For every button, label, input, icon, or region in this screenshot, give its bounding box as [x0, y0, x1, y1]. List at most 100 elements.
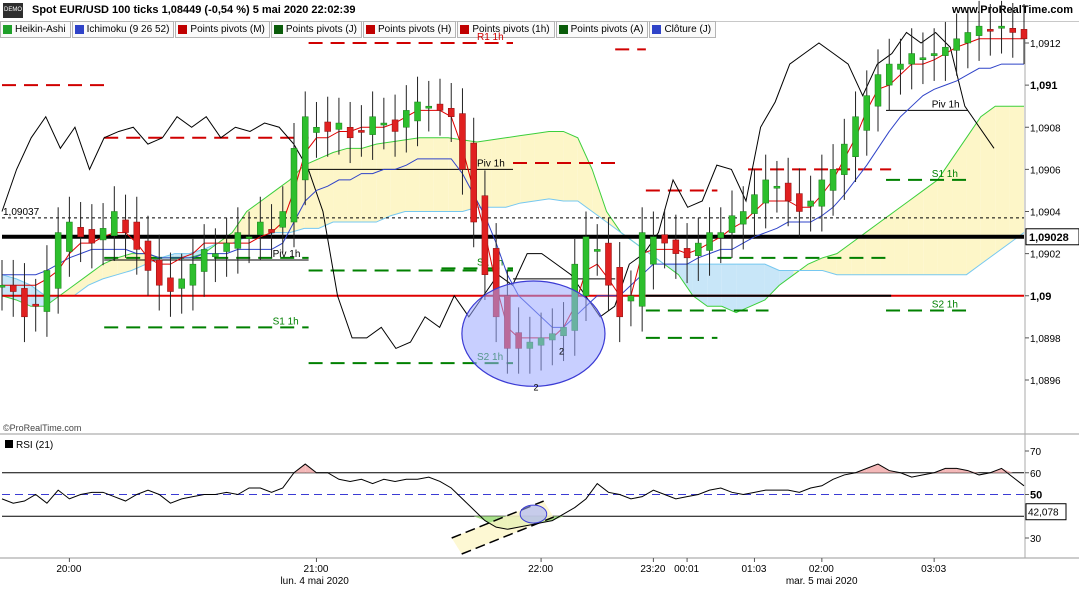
price-tick-label: 1,0912 — [1030, 39, 1061, 50]
cloud-segment — [908, 190, 924, 275]
cloud-segment — [721, 264, 737, 313]
rsi-tick-label: 70 — [1030, 447, 1042, 458]
pivot-level-label: S1 1h — [932, 169, 958, 180]
time-axis: 20:00 21:00 22:00 23:20 00:01 01:03 02:00 03:03… — [56, 558, 947, 587]
price-tick-label: 1,0896 — [1030, 376, 1061, 387]
candle-body — [650, 236, 657, 265]
candle-body — [863, 95, 871, 131]
candle-body — [380, 122, 388, 126]
candle-body — [245, 236, 253, 240]
candle-body — [155, 259, 163, 286]
candle-body — [998, 25, 1005, 29]
candle-body — [403, 110, 410, 128]
candle-body — [773, 185, 781, 189]
time-tick-label: 02:00 — [809, 564, 834, 575]
candle-body — [1009, 28, 1017, 33]
pivot-level-label: Piv 1h — [273, 249, 301, 260]
cloud-segment — [390, 139, 406, 216]
candle-body — [54, 232, 62, 289]
rsi-title: RSI (21) — [16, 440, 53, 451]
cloud-segment — [333, 148, 348, 223]
candle-body — [975, 25, 983, 36]
candle-body — [661, 234, 668, 244]
candle-body — [885, 63, 893, 86]
price-chart-svg[interactable]: S1 1hR1 1hS2 1hPiv 1hPiv 1hS1 1hPiv 1hS1… — [0, 0, 1079, 589]
candle-body — [21, 288, 28, 318]
candle-body — [9, 284, 17, 292]
reference-price-label: 1,09037 — [3, 207, 40, 218]
pivot-level-label: S1 1h — [273, 316, 299, 327]
price-tick-label: 1,0902 — [1030, 250, 1061, 261]
price-tick-label: 1,0898 — [1030, 334, 1061, 345]
rsi-tick-label: 60 — [1030, 469, 1042, 480]
time-tick-label: 20:00 — [56, 564, 81, 575]
candle-body — [841, 143, 848, 175]
cloud-segment — [563, 131, 578, 201]
candle-body — [414, 101, 421, 122]
candle-body — [313, 127, 320, 133]
candle-body — [852, 116, 859, 157]
cloud-segment — [505, 135, 521, 208]
candle-body — [133, 221, 141, 250]
time-tick-label: 03:03 — [921, 564, 946, 575]
candle-body — [257, 221, 264, 235]
cloud-segment — [1009, 106, 1024, 244]
candle-body — [717, 232, 725, 239]
price-tick-label: 1,0908 — [1030, 123, 1061, 134]
candle-body — [829, 169, 837, 191]
candle-body — [593, 249, 601, 252]
marker-label: 2 — [533, 383, 538, 393]
candle-body — [897, 63, 904, 70]
candle-body — [391, 119, 399, 132]
time-tick-label: 22:00 — [528, 564, 553, 575]
candle-body — [212, 253, 219, 258]
price-axis: 1,0912 1,091 1,0908 1,0906 1,0904 1,0902 1,09 1… — [1025, 39, 1061, 387]
candle-body — [807, 200, 814, 207]
candle-body — [77, 227, 84, 238]
candle-body — [762, 179, 769, 204]
candle-body — [919, 57, 927, 60]
rsi-last-value-label: 42,078 — [1028, 508, 1059, 519]
candle-body — [66, 221, 73, 252]
cloud-segment — [419, 137, 434, 212]
candle-body — [447, 108, 455, 117]
candle-body — [111, 211, 118, 236]
cloud-segment — [491, 137, 506, 208]
pivot-level-label: Piv 1h — [932, 99, 960, 110]
candle-body — [481, 195, 489, 275]
price-tick-label: 1,091 — [1030, 80, 1058, 92]
cloud-segment — [952, 137, 967, 275]
candle-body — [346, 127, 354, 139]
candle-body — [290, 148, 298, 223]
cloud-segment — [318, 152, 334, 229]
candle-body — [672, 239, 680, 254]
cloud-segment — [347, 148, 362, 223]
date-label: lun. 4 mai 2020 — [280, 576, 349, 587]
candle-body — [369, 116, 376, 135]
candle-body — [144, 240, 152, 271]
last-price-label: 1,09028 — [1029, 232, 1069, 244]
candle-body — [964, 32, 972, 44]
rsi-highlight-ellipse — [519, 504, 548, 524]
candle-body — [268, 229, 275, 233]
time-tick-label: 23:20 — [640, 564, 665, 575]
candle-body — [930, 53, 938, 56]
cloud-segment — [980, 106, 996, 265]
candle-body — [99, 228, 107, 241]
date-label: mar. 5 mai 2020 — [786, 576, 858, 587]
candle-body — [1020, 29, 1028, 40]
candle-body — [796, 193, 803, 212]
candle-body — [751, 194, 758, 214]
cloud-segment — [966, 116, 981, 275]
candle-body — [695, 242, 702, 256]
time-tick-label: 00:01 — [674, 564, 699, 575]
candle-body — [223, 242, 230, 252]
candle-body — [616, 267, 623, 318]
candle-body — [683, 248, 691, 259]
cloud-segment — [923, 179, 938, 275]
candle-body — [425, 105, 433, 109]
cloud-segment — [995, 106, 1010, 254]
rsi-overbought-fill — [945, 468, 957, 473]
candle-body — [32, 303, 39, 307]
candle-body — [942, 46, 949, 56]
